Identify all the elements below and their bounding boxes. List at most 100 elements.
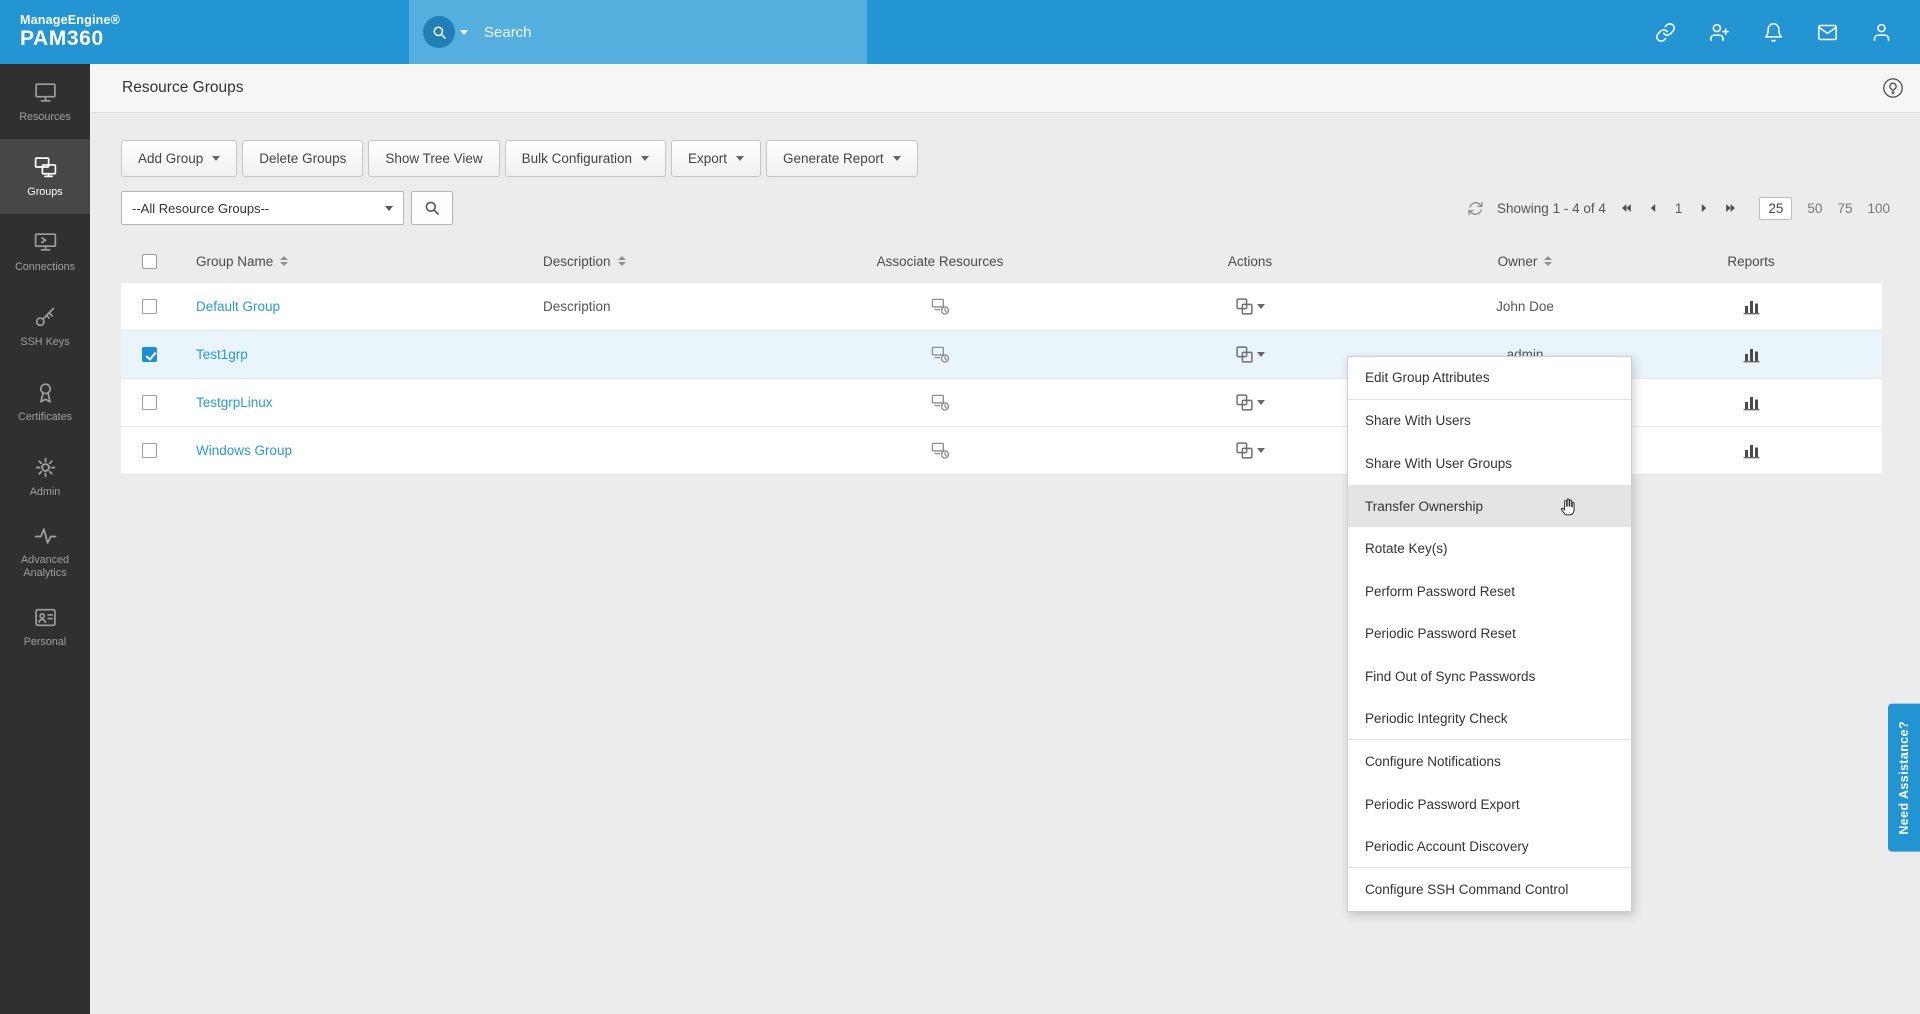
column-group-name[interactable]: Group Name — [178, 254, 533, 269]
sidebar-item-personal[interactable]: Personal — [0, 589, 90, 664]
reports-icon[interactable] — [1742, 394, 1761, 411]
global-search[interactable]: Search — [409, 0, 867, 64]
resources-icon — [33, 80, 58, 105]
select-caret-icon — [385, 205, 393, 211]
row-checkbox[interactable] — [142, 347, 157, 362]
sidebar-item-admin[interactable]: Admin — [0, 439, 90, 514]
menu-item-edit-group-attributes[interactable]: Edit Group Attributes — [1348, 357, 1631, 400]
sort-icon[interactable] — [1544, 256, 1553, 266]
sidebar-item-connections[interactable]: Connections — [0, 214, 90, 289]
filter-search-button[interactable] — [411, 191, 453, 225]
menu-item-periodic-integrity-check[interactable]: Periodic Integrity Check — [1348, 698, 1631, 741]
current-page: 1 — [1674, 200, 1683, 216]
group-name-link[interactable]: Default Group — [196, 299, 280, 314]
sidebar-item-advanced-analytics[interactable]: Advanced Analytics — [0, 514, 90, 589]
generate-report-button[interactable]: Generate Report — [766, 140, 918, 177]
column-description[interactable]: Description — [533, 254, 810, 269]
sidebar-item-resources[interactable]: Resources — [0, 64, 90, 139]
menu-item-share-with-user-groups[interactable]: Share With User Groups — [1348, 442, 1631, 485]
search-input[interactable]: Search — [484, 24, 532, 41]
connections-icon — [33, 230, 58, 255]
actions-menu-button[interactable] — [1235, 441, 1265, 460]
group-name-link[interactable]: TestgrpLinux — [196, 395, 273, 410]
sidebar-label: Admin — [29, 485, 61, 498]
show-tree-view-button[interactable]: Show Tree View — [368, 140, 500, 177]
next-page-button[interactable] — [1697, 201, 1711, 215]
menu-item-configure-ssh-command-control[interactable]: Configure SSH Command Control — [1348, 868, 1631, 911]
sidebar-nav: Resources Groups Connections SSH Keys Ce… — [0, 64, 90, 1014]
menu-item-periodic-password-reset[interactable]: Periodic Password Reset — [1348, 613, 1631, 656]
row-owner: John Doe — [1496, 299, 1554, 314]
caret-down-icon — [892, 156, 901, 161]
brand-pam360: PAM360 — [20, 27, 104, 51]
group-name-link[interactable]: Windows Group — [196, 443, 292, 458]
caret-down-icon — [736, 156, 745, 161]
quick-connect-icon[interactable] — [1655, 22, 1676, 43]
page-title: Resource Groups — [122, 79, 244, 96]
column-owner[interactable]: Owner — [1430, 254, 1620, 269]
prev-page-button[interactable] — [1646, 201, 1660, 215]
mail-icon[interactable] — [1817, 22, 1838, 43]
profile-icon[interactable] — [1871, 22, 1892, 43]
delete-groups-button[interactable]: Delete Groups — [242, 140, 364, 177]
bulk-configuration-button[interactable]: Bulk Configuration — [504, 140, 666, 177]
export-button[interactable]: Export — [670, 140, 762, 177]
group-name-link[interactable]: Test1grp — [196, 347, 248, 362]
menu-item-rotate-keys[interactable]: Rotate Key(s) — [1348, 527, 1631, 570]
menu-item-transfer-ownership[interactable]: Transfer Ownership — [1348, 484, 1631, 528]
page-size-25[interactable]: 25 — [1759, 196, 1793, 220]
filter-selected-option: --All Resource Groups-- — [132, 200, 270, 216]
help-bulb-icon[interactable] — [1882, 77, 1904, 99]
select-all-checkbox[interactable] — [142, 253, 157, 269]
add-user-icon[interactable] — [1709, 22, 1730, 43]
actions-menu-button[interactable] — [1235, 345, 1265, 364]
menu-item-periodic-password-export[interactable]: Periodic Password Export — [1348, 783, 1631, 826]
toolbar: Add Group Delete Groups Show Tree View B… — [121, 140, 1920, 177]
table-row: Default Group Description John Doe — [121, 283, 1882, 331]
actions-menu-button[interactable] — [1235, 393, 1265, 412]
page-size-100[interactable]: 100 — [1867, 201, 1890, 216]
last-page-button[interactable] — [1724, 201, 1738, 215]
sidebar-item-certificates[interactable]: Certificates — [0, 364, 90, 439]
actions-menu-button[interactable] — [1235, 297, 1265, 316]
page-size-50[interactable]: 50 — [1807, 201, 1822, 216]
refresh-icon[interactable] — [1467, 200, 1484, 217]
associate-resources-icon[interactable] — [931, 393, 950, 412]
sidebar-label: Groups — [27, 185, 63, 198]
sidebar-item-ssh-keys[interactable]: SSH Keys — [0, 289, 90, 364]
reports-icon[interactable] — [1742, 298, 1761, 315]
row-checkbox[interactable] — [142, 443, 157, 458]
sort-icon[interactable] — [617, 256, 626, 266]
menu-item-find-out-of-sync-passwords[interactable]: Find Out of Sync Passwords — [1348, 655, 1631, 698]
resource-group-filter-select[interactable]: --All Resource Groups-- — [121, 191, 404, 225]
menu-item-configure-notifications[interactable]: Configure Notifications — [1348, 740, 1631, 783]
search-scope-button[interactable] — [423, 16, 455, 48]
associate-resources-icon[interactable] — [931, 297, 950, 316]
sort-icon[interactable] — [280, 256, 289, 266]
menu-item-perform-password-reset[interactable]: Perform Password Reset — [1348, 570, 1631, 613]
page-sizes: 25 50 75 100 — [1759, 196, 1890, 220]
ssh-keys-icon — [33, 305, 58, 330]
associate-resources-icon[interactable] — [931, 345, 950, 364]
caret-down-icon — [640, 156, 649, 161]
row-description: Description — [543, 299, 611, 314]
menu-item-share-with-users[interactable]: Share With Users — [1348, 400, 1631, 443]
first-page-button[interactable] — [1619, 201, 1633, 215]
row-checkbox[interactable] — [142, 299, 157, 314]
notifications-bell-icon[interactable] — [1763, 22, 1784, 43]
need-assistance-tab[interactable]: Need Assistance? — [1888, 704, 1920, 852]
row-checkbox[interactable] — [142, 395, 157, 410]
admin-gear-icon — [33, 455, 58, 480]
certificates-icon — [33, 380, 58, 405]
column-associate-resources: Associate Resources — [876, 253, 1004, 269]
top-bar: ManageEngine® PAM360 Search — [0, 0, 1920, 64]
sidebar-item-groups[interactable]: Groups — [0, 139, 90, 214]
reports-icon[interactable] — [1742, 346, 1761, 363]
page-size-75[interactable]: 75 — [1837, 201, 1852, 216]
reports-icon[interactable] — [1742, 442, 1761, 459]
menu-item-periodic-account-discovery[interactable]: Periodic Account Discovery — [1348, 826, 1631, 869]
search-scope-caret-icon — [460, 29, 468, 35]
caret-down-icon — [212, 156, 221, 161]
associate-resources-icon[interactable] — [931, 441, 950, 460]
add-group-button[interactable]: Add Group — [121, 140, 238, 177]
